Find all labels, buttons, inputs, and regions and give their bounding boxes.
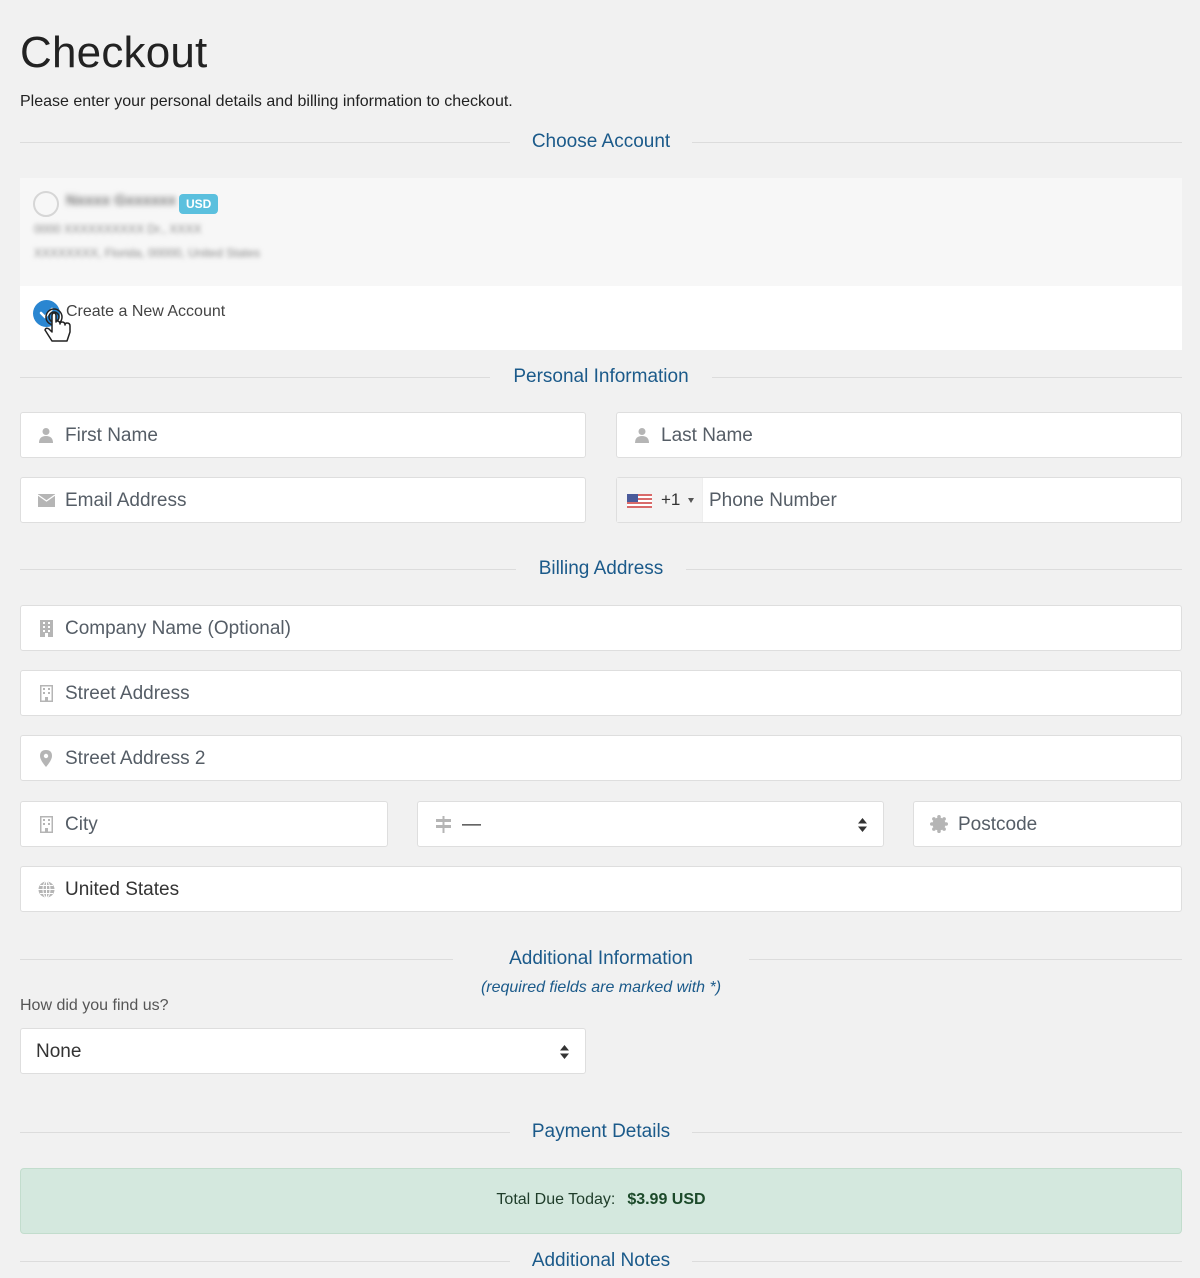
user-icon	[37, 426, 55, 444]
envelope-icon	[37, 491, 55, 509]
total-due-amount: $3.99 USD	[627, 1191, 706, 1208]
first-name-input[interactable]: First Name	[20, 412, 586, 458]
divider	[692, 142, 1182, 143]
building-outline-icon	[37, 815, 55, 833]
account-address-line2: XXXXXXXX, Florida, 00000, United States	[34, 246, 261, 260]
email-placeholder: Email Address	[65, 490, 187, 511]
map-marker-icon	[37, 749, 55, 767]
phone-placeholder: Phone Number	[709, 490, 837, 511]
new-account-label: Create a New Account	[66, 303, 226, 320]
account-name: Nxxxx Gxxxxxx	[66, 192, 177, 209]
existing-account-radio[interactable]	[33, 191, 59, 217]
total-due-label: Total Due Today:	[496, 1191, 616, 1208]
account-address-line1: 0000 XXXXXXXXXX Dr., XXXX	[34, 222, 202, 236]
first-name-placeholder: First Name	[65, 425, 158, 446]
building-outline-icon	[37, 684, 55, 702]
us-flag-icon	[627, 494, 652, 508]
divider	[692, 1261, 1182, 1262]
currency-badge: USD	[179, 194, 219, 214]
how-found-select[interactable]: None	[20, 1028, 586, 1074]
country-code-selector[interactable]: +1	[617, 478, 703, 522]
state-value: —	[462, 814, 481, 835]
country-code: +1	[661, 490, 681, 509]
new-account-option[interactable]: Create a New Account	[20, 286, 1182, 350]
email-input[interactable]: Email Address	[20, 477, 586, 523]
globe-icon	[37, 880, 55, 898]
building-icon	[37, 619, 55, 637]
section-additional-notes: Additional Notes	[20, 1249, 1182, 1273]
total-due-box: Total Due Today: $3.99 USD	[20, 1168, 1182, 1234]
how-found-value: None	[36, 1041, 82, 1062]
street-address-input[interactable]: Street Address	[20, 670, 1182, 716]
caret-down-icon	[688, 498, 694, 503]
country-value: United States	[65, 879, 180, 900]
city-placeholder: City	[65, 814, 98, 835]
company-name-input[interactable]: Company Name (Optional)	[20, 605, 1182, 651]
postcode-input[interactable]: Postcode	[913, 801, 1182, 847]
country-select[interactable]: United States	[20, 866, 1182, 912]
signpost-icon	[434, 815, 452, 833]
divider	[712, 377, 1182, 378]
hand-pointer-cursor-icon	[44, 308, 71, 342]
section-payment-details: Payment Details	[20, 1120, 1182, 1144]
last-name-input[interactable]: Last Name	[616, 412, 1182, 458]
existing-account-option[interactable]: Nxxxx Gxxxxxx USD 0000 XXXXXXXXXX Dr., X…	[20, 178, 1182, 286]
required-fields-note: (required fields are marked with *)	[480, 979, 722, 996]
street-address-2-placeholder: Street Address 2	[65, 748, 206, 769]
account-chooser: Nxxxx Gxxxxxx USD 0000 XXXXXXXXXX Dr., X…	[20, 178, 1182, 350]
section-billing-address: Billing Address	[20, 557, 1182, 581]
state-select[interactable]: —	[417, 801, 884, 847]
section-personal-information: Personal Information	[20, 365, 1182, 389]
divider	[749, 959, 1182, 960]
section-additional-information: Additional Information	[20, 947, 1182, 971]
certificate-icon	[930, 815, 948, 833]
page-subtitle: Please enter your personal details and b…	[20, 93, 513, 110]
user-icon	[633, 426, 651, 444]
street-address-placeholder: Street Address	[65, 683, 190, 704]
last-name-placeholder: Last Name	[661, 425, 753, 446]
divider	[686, 569, 1182, 570]
how-found-label: How did you find us?	[20, 997, 169, 1014]
section-choose-account: Choose Account	[20, 130, 1182, 154]
street-address-2-input[interactable]: Street Address 2	[20, 735, 1182, 781]
sort-arrows-icon	[858, 818, 867, 832]
city-input[interactable]: City	[20, 801, 388, 847]
postcode-placeholder: Postcode	[958, 814, 1038, 835]
page-title: Checkout	[20, 28, 208, 77]
company-name-placeholder: Company Name (Optional)	[65, 618, 291, 639]
sort-arrows-icon	[560, 1045, 569, 1059]
phone-input[interactable]: +1 Phone Number	[616, 477, 1182, 523]
divider	[692, 1132, 1182, 1133]
